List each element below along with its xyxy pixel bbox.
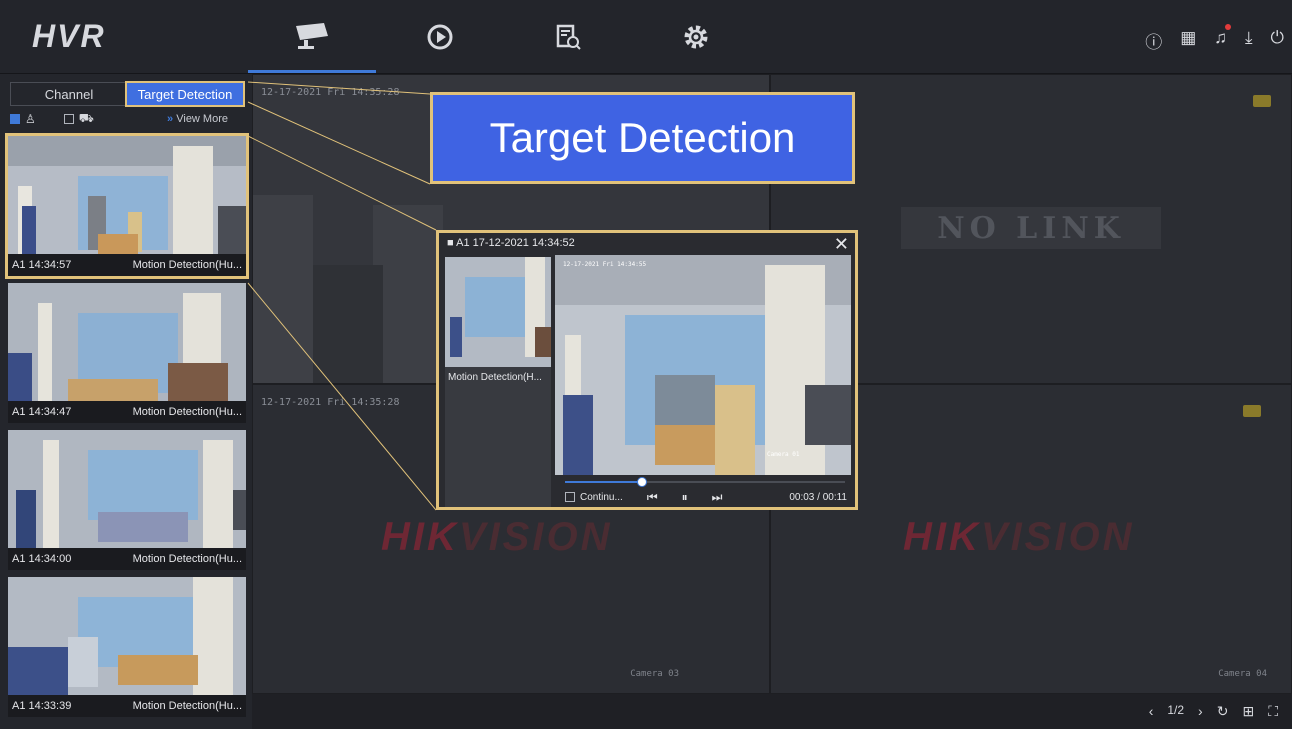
video-icon: ■ xyxy=(447,237,454,249)
grid-footer: ‹ 1/2 › ↻ ⊞ ⛶ xyxy=(252,694,1292,729)
popup-title-text: A1 17-12-2021 14:34:52 xyxy=(456,237,575,249)
event-time: A1 14:34:00 xyxy=(12,553,72,565)
vehicle-checkbox[interactable] xyxy=(63,114,74,124)
target-detection-callout: Target Detection xyxy=(430,92,855,184)
view-more-link[interactable]: » View More xyxy=(167,113,228,125)
pager: ‹ 1/2 › ↻ ⊞ ⛶ xyxy=(1149,703,1278,720)
notification-dot xyxy=(1225,24,1232,30)
pause-icon[interactable]: ⏸ xyxy=(682,490,688,505)
popup-video[interactable]: 12-17-2021 Fri 14:34:55 Camera 01 xyxy=(555,255,851,475)
system-icons: ⓘ ▦ ♫ ⤓ ⏻ xyxy=(1145,24,1284,53)
event-item[interactable]: A1 14:34:57 Motion Detection(Hu... xyxy=(5,133,249,279)
cell-timestamp: 12-17-2021 Fri 14:35:28 xyxy=(261,397,400,408)
refresh-icon[interactable]: ↻ xyxy=(1217,703,1229,720)
qr-code-icon[interactable]: ▦ xyxy=(1180,28,1196,53)
top-bar: HVR ⓘ ▦ ♫ ⤓ ⏻ xyxy=(0,0,1292,74)
no-link-status: NO LINK xyxy=(901,207,1161,249)
human-checkbox[interactable] xyxy=(10,114,20,124)
tab-settings[interactable] xyxy=(632,0,760,73)
popup-video-timestamp: 12-17-2021 Fri 14:34:55 xyxy=(563,261,647,268)
hikvision-watermark: HIKVISION xyxy=(381,515,613,559)
event-caption: A1 14:34:00 Motion Detection(Hu... xyxy=(8,548,246,570)
event-time: A1 14:34:57 xyxy=(12,259,72,271)
next-page-icon[interactable]: › xyxy=(1198,703,1203,720)
continue-label: Continu... xyxy=(580,491,623,503)
event-item[interactable]: A1 14:34:47 Motion Detection(Hu... xyxy=(8,283,246,423)
progress-handle[interactable] xyxy=(636,477,647,487)
event-caption: A1 14:34:47 Motion Detection(Hu... xyxy=(8,401,246,423)
tab-target-detection[interactable]: Target Detection xyxy=(125,81,245,107)
tab-live-view[interactable] xyxy=(248,0,376,73)
gear-icon xyxy=(684,25,708,48)
event-caption: A1 14:34:57 Motion Detection(Hu... xyxy=(8,254,246,276)
tab-file-search[interactable] xyxy=(504,0,632,73)
double-chevron-icon: » xyxy=(167,113,174,125)
control-row: Continu... ⏮ ⏸ ⏭ 00:03 / 00:11 xyxy=(565,489,847,505)
camera-name: Camera 03 xyxy=(630,669,679,679)
popup-thumbnail[interactable]: Motion Detection(H... xyxy=(445,257,551,507)
playback-time: 00:03 / 00:11 xyxy=(789,491,847,503)
info-icon[interactable]: ⓘ xyxy=(1145,28,1162,53)
tab-channel[interactable]: Channel xyxy=(11,83,127,105)
playback-icon xyxy=(427,24,453,49)
prev-page-icon[interactable]: ‹ xyxy=(1149,703,1154,720)
event-item[interactable]: A1 14:33:39 Motion Detection(Hu... xyxy=(8,577,246,717)
view-more-label: View More xyxy=(176,113,228,125)
event-type: Motion Detection(Hu... xyxy=(132,700,242,712)
event-item[interactable]: A1 14:34:00 Motion Detection(Hu... xyxy=(8,430,246,570)
hikvision-watermark: HIKVISION xyxy=(903,515,1135,559)
cell-timestamp: 12-17-2021 Fri 14:35:28 xyxy=(261,87,400,98)
recording-status-icon xyxy=(1243,405,1261,417)
fullscreen-icon[interactable]: ⛶ xyxy=(1268,703,1278,720)
sidebar-tabs: Channel Target Detection xyxy=(10,81,245,107)
camera-name: Camera 04 xyxy=(1218,669,1267,679)
popup-title: ■ A1 17-12-2021 14:34:52 xyxy=(447,237,575,249)
event-type: Motion Detection(Hu... xyxy=(132,553,242,565)
popup-controls: Continu... ⏮ ⏸ ⏭ 00:03 / 00:11 xyxy=(555,475,851,509)
event-type: Motion Detection(Hu... xyxy=(132,259,242,271)
hvr-logo: HVR xyxy=(32,18,106,54)
skip-back-icon[interactable]: ⏮ xyxy=(647,490,658,505)
power-icon[interactable]: ⏻ xyxy=(1271,28,1284,53)
event-type: Motion Detection(Hu... xyxy=(132,406,242,418)
recording-status-icon xyxy=(1253,95,1271,107)
event-time: A1 14:34:47 xyxy=(12,406,72,418)
layout-grid-icon[interactable]: ⊞ xyxy=(1242,703,1254,720)
event-sidebar: Channel Target Detection ♙ ⛟ » View More… xyxy=(0,74,253,729)
event-playback-popup: ■ A1 17-12-2021 14:34:52 ✕ Motion Detect… xyxy=(436,230,858,510)
camera-icon xyxy=(296,23,328,49)
close-icon[interactable]: ✕ xyxy=(834,234,849,255)
event-time: A1 14:33:39 xyxy=(12,700,72,712)
human-icon: ♙ xyxy=(25,112,36,126)
skip-forward-icon[interactable]: ⏭ xyxy=(712,490,723,505)
file-search-icon xyxy=(556,24,581,50)
detection-filters: ♙ ⛟ » View More xyxy=(10,110,242,128)
popup-video-feed xyxy=(555,255,851,475)
popup-camera-label: Camera 01 xyxy=(767,451,800,458)
popup-snapshot xyxy=(445,257,551,367)
page-indicator: 1/2 xyxy=(1167,703,1185,717)
tab-playback[interactable] xyxy=(376,0,504,73)
vehicle-icon: ⛟ xyxy=(78,111,94,125)
continue-checkbox[interactable] xyxy=(565,492,575,502)
event-caption: A1 14:33:39 Motion Detection(Hu... xyxy=(8,695,246,717)
download-icon[interactable]: ⤓ xyxy=(1245,28,1253,53)
progress-fill xyxy=(565,481,641,483)
bell-icon[interactable]: ♫ xyxy=(1214,24,1232,53)
popup-thumb-label: Motion Detection(H... xyxy=(448,372,542,383)
playback-progress-bar[interactable] xyxy=(565,477,845,487)
